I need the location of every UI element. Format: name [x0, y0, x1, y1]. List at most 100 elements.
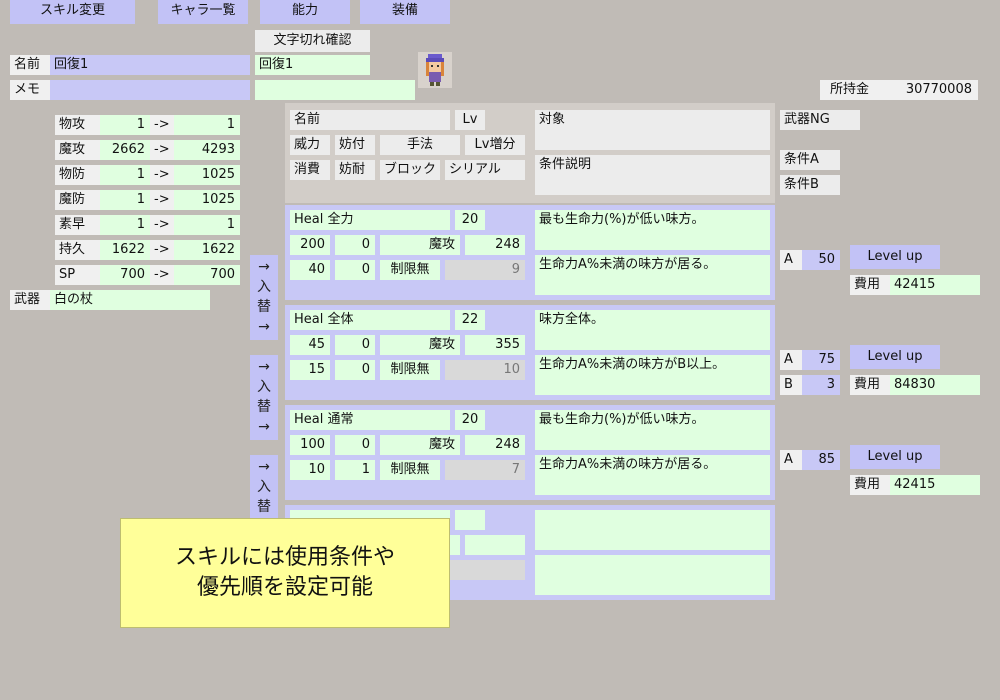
header-resist: 妨耐 — [335, 160, 375, 180]
stat-base-value: 1622 — [100, 240, 150, 260]
cost-value: 42415 — [890, 275, 980, 295]
stat-base-value: 1 — [100, 115, 150, 135]
empty-skill-target[interactable] — [535, 510, 770, 550]
skill-resist: 0 — [335, 260, 375, 280]
param-value[interactable]: 3 — [802, 375, 840, 395]
skill-name[interactable]: Heal 全力 — [290, 210, 450, 230]
skill-consume: 15 — [290, 360, 330, 380]
stat-base-value: 1 — [100, 165, 150, 185]
stat-label: 素早 — [55, 215, 100, 235]
stat-base-value: 1 — [100, 215, 150, 235]
skill-serial: 9 — [445, 260, 525, 280]
swap-label-char: 入 — [257, 279, 271, 295]
tab-equipment[interactable]: 装備 — [360, 0, 450, 24]
caption-line-1: スキルには使用条件や — [174, 545, 395, 570]
skill-block[interactable]: 制限無 — [380, 360, 440, 380]
tab-skill-change[interactable]: スキル変更 — [10, 0, 135, 24]
skill-name[interactable]: Heal 全体 — [290, 310, 450, 330]
skill-serial: 7 — [445, 460, 525, 480]
skill-target[interactable]: 最も生命力(%)が低い味方。 — [535, 210, 770, 250]
param-key: B — [780, 375, 802, 395]
swap-order-button[interactable]: → 入替 → — [250, 255, 278, 340]
stat-base-value: 2662 — [100, 140, 150, 160]
money-value: 30770008 — [905, 82, 972, 97]
empty-skill-serial — [445, 560, 525, 580]
tab-ability[interactable]: 能力 — [260, 0, 350, 24]
weapon-value[interactable]: 白の杖 — [50, 290, 210, 310]
empty-skill-condition[interactable] — [535, 555, 770, 595]
skill-method: 魔攻 — [380, 335, 460, 355]
weapon-label: 武器 — [10, 290, 50, 310]
skill-condition[interactable]: 生命力A%未満の味方が居る。 — [535, 455, 770, 495]
skill-serial: 10 — [445, 360, 525, 380]
skill-lv-increase: 248 — [465, 235, 525, 255]
skill-lv: 20 — [455, 210, 485, 230]
stat-label: SP — [55, 265, 100, 285]
stat-arrow: -> — [150, 215, 174, 235]
stat-label: 物攻 — [55, 115, 100, 135]
skill-target[interactable]: 味方全体。 — [535, 310, 770, 350]
stat-total-value: 4293 — [174, 140, 240, 160]
stat-total-value: 1622 — [174, 240, 240, 260]
arrow-right-icon: → — [258, 319, 270, 335]
stat-total-value: 1025 — [174, 190, 240, 210]
skill-lv-increase: 248 — [465, 435, 525, 455]
header-condition-a: 条件A — [780, 150, 840, 170]
tab-character-list[interactable]: キャラ一覧 — [158, 0, 248, 24]
cost-label: 費用 — [850, 375, 890, 395]
header-block: ブロック — [380, 160, 440, 180]
skill-consume: 40 — [290, 260, 330, 280]
money-box: 所持金 30770008 — [820, 80, 978, 100]
skill-block[interactable]: 制限無 — [380, 460, 440, 480]
param-value[interactable]: 50 — [802, 250, 840, 270]
swap-order-button[interactable]: → 入替 → — [250, 355, 278, 440]
stat-arrow: -> — [150, 265, 174, 285]
header-method: 手法 — [380, 135, 460, 155]
param-value[interactable]: 85 — [802, 450, 840, 470]
stat-total-value: 700 — [174, 265, 240, 285]
stat-label: 物防 — [55, 165, 100, 185]
swap-label-char: 替 — [257, 499, 271, 515]
level-up-button[interactable]: Level up — [850, 345, 940, 369]
param-value[interactable]: 75 — [802, 350, 840, 370]
character-sprite-icon — [426, 54, 444, 86]
name-check-field[interactable]: 回復1 — [255, 55, 370, 75]
header-lv: Lv — [455, 110, 485, 130]
skill-condition[interactable]: 生命力A%未満の味方が居る。 — [535, 255, 770, 295]
cost-label: 費用 — [850, 275, 890, 295]
skill-lv: 22 — [455, 310, 485, 330]
skill-interfere: 0 — [335, 335, 375, 355]
cost-value: 84830 — [890, 375, 980, 395]
level-up-button[interactable]: Level up — [850, 245, 940, 269]
header-condition-b: 条件B — [780, 175, 840, 195]
skill-consume: 10 — [290, 460, 330, 480]
stat-arrow: -> — [150, 240, 174, 260]
stat-label: 魔攻 — [55, 140, 100, 160]
feature-caption: スキルには使用条件や 優先順を設定可能 — [120, 518, 450, 628]
name-input[interactable]: 回復1 — [50, 55, 250, 75]
memo-check-field[interactable] — [255, 80, 415, 100]
memo-input[interactable] — [50, 80, 250, 100]
arrow-right-icon: → — [258, 259, 270, 275]
money-label: 所持金 — [830, 82, 870, 97]
stat-arrow: -> — [150, 190, 174, 210]
name-label: 名前 — [10, 55, 50, 75]
skill-target[interactable]: 最も生命力(%)が低い味方。 — [535, 410, 770, 450]
skill-name[interactable]: Heal 通常 — [290, 410, 450, 430]
arrow-right-icon: → — [258, 359, 270, 375]
skill-lv-increase: 355 — [465, 335, 525, 355]
skill-block[interactable]: 制限無 — [380, 260, 440, 280]
stat-arrow: -> — [150, 165, 174, 185]
skill-method: 魔攻 — [380, 435, 460, 455]
header-power: 威力 — [290, 135, 330, 155]
memo-label: メモ — [10, 80, 50, 100]
stat-arrow: -> — [150, 140, 174, 160]
level-up-button[interactable]: Level up — [850, 445, 940, 469]
cost-label: 費用 — [850, 475, 890, 495]
empty-skill-lv — [455, 510, 485, 530]
skill-condition[interactable]: 生命力A%未満の味方がB以上。 — [535, 355, 770, 395]
arrow-right-icon: → — [258, 419, 270, 435]
text-check-button[interactable]: 文字切れ確認 — [255, 30, 370, 52]
skill-interfere: 0 — [335, 235, 375, 255]
caption-line-2: 優先順を設定可能 — [196, 575, 373, 600]
